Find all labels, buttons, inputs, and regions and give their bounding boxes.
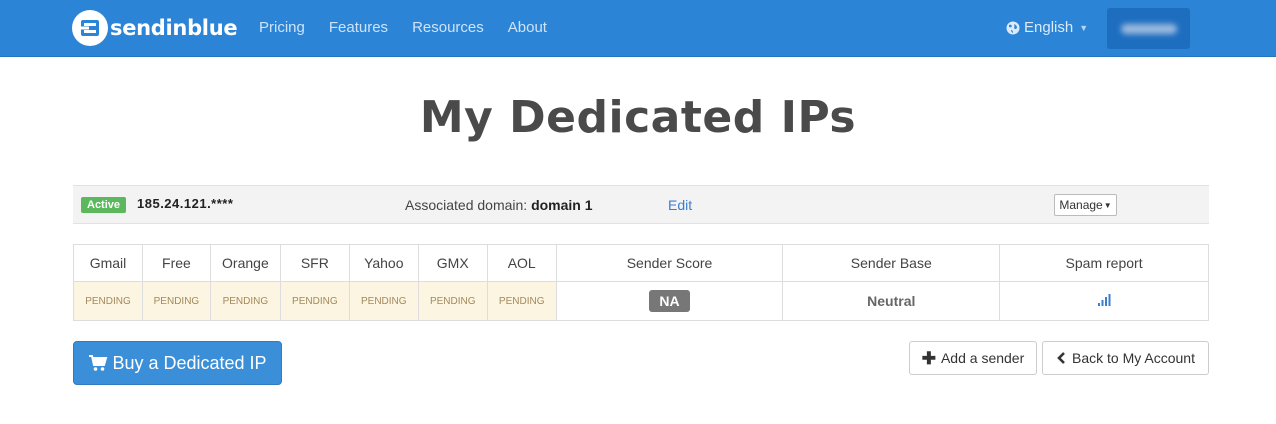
associated-domain-label: Associated domain: (405, 197, 528, 213)
nav-features[interactable]: Features (329, 19, 388, 36)
cart-icon (89, 355, 108, 371)
sender-base-value: Neutral (867, 293, 916, 309)
gmx-status: PENDING (417, 281, 488, 321)
aol-status: PENDING (486, 281, 557, 321)
table-row: PENDING PENDING PENDING PENDING PENDING … (73, 281, 1209, 321)
plus-icon: ✚ (921, 348, 936, 368)
add-sender-button[interactable]: ✚ Add a sender (909, 341, 1037, 375)
sender-score-badge: NA (649, 290, 690, 312)
column-sfr: SFR (279, 244, 350, 282)
column-sender-base: Sender Base (782, 244, 1001, 282)
nav-about[interactable]: About (508, 19, 547, 36)
column-sender-score: Sender Score (555, 244, 784, 282)
blurred-account-name (1121, 24, 1177, 34)
free-status: PENDING (141, 281, 211, 321)
top-navbar: sendinblue Pricing Features Resources Ab… (0, 0, 1276, 57)
nav-resources[interactable]: Resources (412, 19, 484, 36)
status-badge: Active (81, 197, 127, 213)
sender-base-cell: Neutral (782, 281, 1001, 321)
gmail-status: PENDING (73, 281, 143, 321)
sfr-status: PENDING (279, 281, 350, 321)
caret-down-icon: ▼ (1079, 22, 1089, 33)
column-gmx: GMX (417, 244, 488, 282)
account-menu[interactable] (1107, 8, 1190, 49)
associated-domain-value: domain 1 (531, 197, 593, 213)
buy-dedicated-ip-button[interactable]: Buy a Dedicated IP (73, 341, 282, 385)
language-label: English (1024, 19, 1074, 36)
orange-status: PENDING (209, 281, 281, 321)
spam-report-cell (999, 281, 1209, 321)
sendinblue-logo-icon (72, 10, 108, 46)
column-gmail: Gmail (73, 244, 143, 282)
caret-down-icon: ▼ (1103, 200, 1112, 210)
column-spam-report: Spam report (999, 244, 1209, 282)
associated-domain: Associated domain: domain 1 (405, 197, 593, 213)
dedicated-ip-row: Active 185.24.121.**** Associated domain… (73, 185, 1209, 224)
brand-logo[interactable]: sendinblue (72, 10, 238, 46)
ip-reputation-table: Gmail Free Orange SFR Yahoo GMX AOL Send… (73, 244, 1209, 321)
manage-dropdown-button[interactable]: Manage ▼ (1054, 194, 1117, 216)
buy-button-label: Buy a Dedicated IP (112, 352, 267, 373)
back-button-label: Back to My Account (1072, 350, 1195, 366)
nav-pricing[interactable]: Pricing (259, 19, 305, 36)
table-header-row: Gmail Free Orange SFR Yahoo GMX AOL Send… (73, 244, 1209, 282)
edit-domain-link[interactable]: Edit (668, 197, 692, 213)
globe-icon (1006, 21, 1020, 34)
main-nav: Pricing Features Resources About (259, 19, 571, 36)
column-free: Free (141, 244, 211, 282)
sender-score-cell: NA (555, 281, 784, 321)
back-to-account-button[interactable]: Back to My Account (1042, 341, 1209, 375)
brand-name: sendinblue (110, 16, 238, 40)
chevron-left-icon (1057, 352, 1065, 364)
yahoo-status: PENDING (348, 281, 419, 321)
bars-chart-icon[interactable] (1097, 294, 1111, 306)
page-title: My Dedicated IPs (419, 92, 857, 143)
column-yahoo: Yahoo (348, 244, 419, 282)
ip-address: 185.24.121.**** (137, 196, 234, 211)
column-orange: Orange (209, 244, 281, 282)
language-selector[interactable]: English ▼ (1006, 19, 1088, 36)
add-sender-label: Add a sender (940, 350, 1025, 366)
manage-label: Manage (1059, 198, 1103, 212)
column-aol: AOL (486, 244, 557, 282)
